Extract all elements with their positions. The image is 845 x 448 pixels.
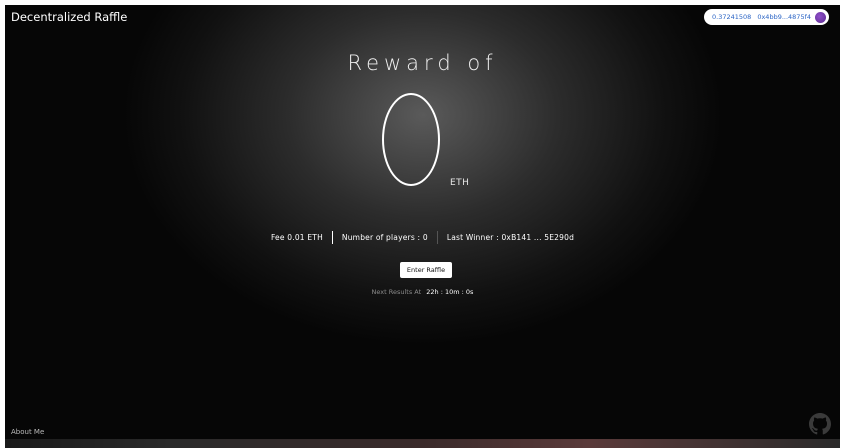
stats-divider [331, 231, 333, 244]
page-bottom-strip [5, 439, 840, 448]
wallet-address: 0x4bb9...4875f4 [757, 13, 811, 21]
wallet-button[interactable]: 0.37241508 0x4bb9...4875f4 [704, 9, 829, 25]
reward-amount [382, 93, 440, 186]
stats-divider [436, 231, 438, 244]
reward-heading: Reward of [347, 51, 498, 75]
github-icon[interactable] [809, 413, 831, 435]
next-results: Next Results At 22h : 10m : 0s [5, 288, 840, 296]
app-title: Decentralized Raffle [11, 10, 128, 24]
raffle-stats: Fee 0.01 ETH Number of players : 0 Last … [5, 231, 840, 244]
enter-raffle-button[interactable]: Enter Raffle [400, 262, 452, 278]
wallet-avatar-icon [815, 11, 826, 23]
github-icon [809, 413, 831, 435]
next-results-label: Next Results At [371, 288, 422, 296]
fee-text: Fee 0.01 ETH [270, 233, 323, 242]
raffle-app: Decentralized Raffle 0.37241508 0x4bb9..… [5, 5, 840, 439]
reward-unit: ETH [450, 178, 470, 188]
about-me-link[interactable]: About Me [11, 428, 44, 436]
last-winner: Last Winner : 0xB141 ... 5E290d [446, 233, 575, 242]
players-count: Number of players : 0 [341, 233, 428, 242]
wallet-balance: 0.37241508 [712, 13, 752, 21]
countdown-timer: 22h : 10m : 0s [426, 288, 474, 296]
